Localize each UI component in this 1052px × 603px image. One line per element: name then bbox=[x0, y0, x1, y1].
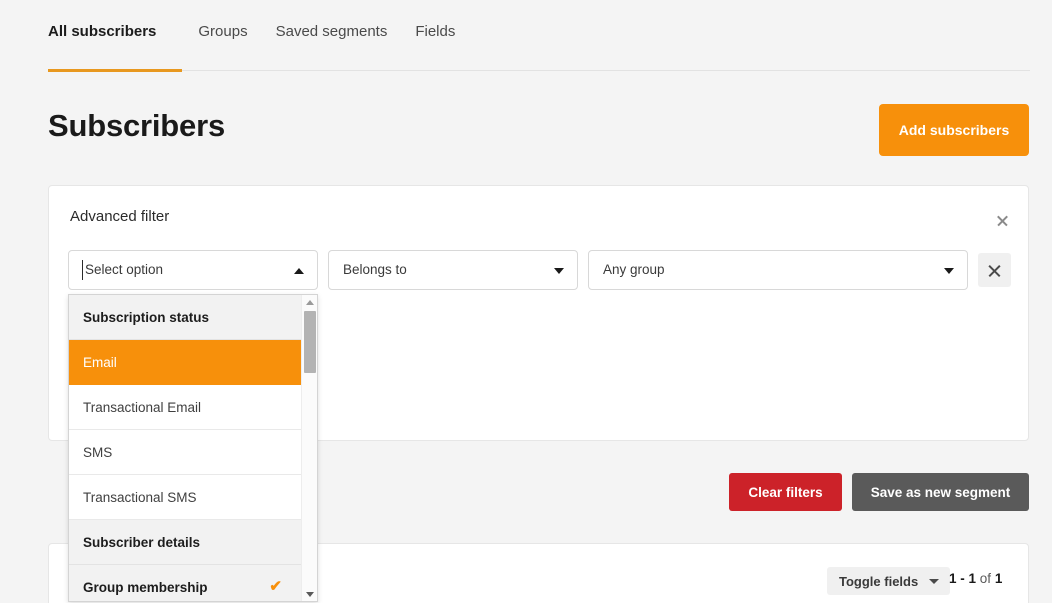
field-options-dropdown[interactable]: Subscription status Email Transactional … bbox=[68, 294, 318, 602]
dropdown-option-list: Subscription status Email Transactional … bbox=[69, 295, 302, 602]
filter-field-select[interactable]: Select option bbox=[68, 250, 318, 290]
pagination-total: 1 bbox=[995, 571, 1003, 586]
filter-field-value: Select option bbox=[85, 262, 163, 277]
dropdown-option-transactional-sms[interactable]: Transactional SMS bbox=[69, 475, 302, 520]
scrollbar-thumb[interactable] bbox=[304, 311, 316, 373]
chevron-down-icon bbox=[554, 268, 564, 274]
tab-divider bbox=[48, 70, 1030, 71]
dropdown-option-transactional-email[interactable]: Transactional Email bbox=[69, 385, 302, 430]
save-as-new-segment-button[interactable]: Save as new segment bbox=[852, 473, 1029, 511]
tab-fields[interactable]: Fields bbox=[415, 22, 483, 42]
dropdown-group-label: Subscriber details bbox=[83, 535, 200, 550]
toggle-fields-button[interactable]: Toggle fields bbox=[827, 567, 950, 595]
chevron-down-icon bbox=[944, 268, 954, 274]
tab-list: All subscribers Groups Saved segments Fi… bbox=[48, 22, 483, 42]
close-icon bbox=[988, 264, 1001, 277]
remove-filter-row-button[interactable] bbox=[978, 253, 1011, 287]
dropdown-option-label: Transactional Email bbox=[83, 400, 201, 415]
filter-group-value: Any group bbox=[603, 262, 665, 277]
close-icon[interactable] bbox=[989, 207, 1015, 233]
tab-bar: All subscribers Groups Saved segments Fi… bbox=[0, 0, 1052, 72]
tab-all-subscribers[interactable]: All subscribers bbox=[48, 22, 198, 42]
tab-active-indicator bbox=[48, 69, 182, 72]
dropdown-group-group-membership[interactable]: Group membership ✔ bbox=[69, 565, 302, 602]
dropdown-scrollbar[interactable] bbox=[301, 295, 317, 601]
add-subscribers-button[interactable]: Add subscribers bbox=[879, 104, 1029, 156]
page-root: All subscribers Groups Saved segments Fi… bbox=[0, 0, 1052, 603]
text-caret bbox=[82, 260, 83, 280]
toggle-fields-label: Toggle fields bbox=[839, 574, 918, 589]
pagination-summary: 1 - 1 of 1 bbox=[949, 571, 1002, 586]
pagination-of: of bbox=[980, 571, 991, 586]
dropdown-group-label: Group membership bbox=[83, 580, 208, 595]
pagination-range: 1 - 1 bbox=[949, 571, 976, 586]
advanced-filter-title: Advanced filter bbox=[70, 208, 169, 225]
scroll-down-arrow-icon[interactable] bbox=[302, 587, 318, 601]
scroll-up-triangle bbox=[306, 300, 314, 305]
dropdown-option-label: Email bbox=[83, 355, 117, 370]
dropdown-group-subscription-status[interactable]: Subscription status bbox=[69, 295, 302, 340]
dropdown-option-label: SMS bbox=[83, 445, 112, 460]
scroll-down-triangle bbox=[306, 592, 314, 597]
tab-groups[interactable]: Groups bbox=[198, 22, 275, 42]
check-icon: ✔ bbox=[269, 577, 282, 595]
chevron-down-icon bbox=[929, 579, 939, 584]
dropdown-group-subscriber-details[interactable]: Subscriber details bbox=[69, 520, 302, 565]
filter-group-select[interactable]: Any group bbox=[588, 250, 968, 290]
dropdown-option-label: Transactional SMS bbox=[83, 490, 197, 505]
chevron-up-icon bbox=[294, 268, 304, 274]
dropdown-option-sms[interactable]: SMS bbox=[69, 430, 302, 475]
close-glyph bbox=[996, 214, 1009, 227]
page-title: Subscribers bbox=[48, 108, 225, 144]
dropdown-group-label: Subscription status bbox=[83, 310, 209, 325]
tab-saved-segments[interactable]: Saved segments bbox=[276, 22, 416, 42]
scroll-up-arrow-icon[interactable] bbox=[302, 295, 318, 309]
filter-operator-value: Belongs to bbox=[343, 262, 407, 277]
filter-operator-select[interactable]: Belongs to bbox=[328, 250, 578, 290]
dropdown-option-email[interactable]: Email bbox=[69, 340, 302, 385]
clear-filters-button[interactable]: Clear filters bbox=[729, 473, 842, 511]
